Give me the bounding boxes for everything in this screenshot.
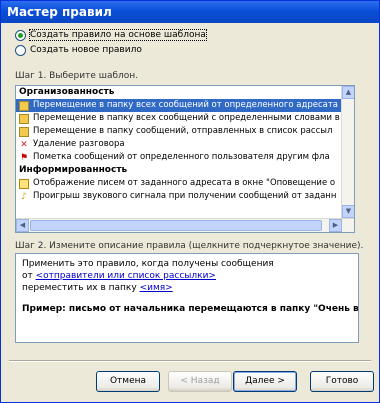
scroll-right-icon[interactable]: ▶ [329, 219, 342, 232]
template-list-content: Организованность Перемещение в папку все… [16, 86, 342, 218]
template-item[interactable]: ⚑ Пометка сообщений от определенного пол… [16, 151, 342, 164]
window-title: Мастер правил [1, 1, 379, 23]
description-line: от <отправители или список рассылки> [22, 270, 352, 282]
template-item-text: Отображение писем от заданного адресата … [33, 178, 336, 188]
description-example: Пример: письмо от начальника перемещаютс… [22, 304, 359, 314]
rules-wizard-window: Мастер правил Создать правило на основе … [0, 0, 380, 403]
cancel-button[interactable]: Отмена [96, 371, 160, 392]
template-item[interactable]: Перемещение в папку всех сообщений от оп… [16, 99, 342, 112]
option-new-rule[interactable]: Создать новое правило [15, 43, 142, 57]
scroll-up-icon[interactable]: ▲ [342, 86, 354, 99]
template-item[interactable]: Перемещение в папку сообщений, отправлен… [16, 125, 342, 138]
move-folder-icon [19, 126, 29, 137]
option-from-template[interactable]: Создать правило на основе шаблона [15, 28, 207, 42]
vertical-scrollbar[interactable]: ▲ ▼ [341, 86, 354, 218]
flag-icon: ⚑ [19, 152, 29, 163]
template-item[interactable]: ♪ Проигрыш звукового сигнала при получен… [16, 190, 342, 203]
description-prefix: переместить их в папку [22, 283, 140, 293]
radio-unchecked-icon[interactable] [15, 44, 26, 56]
scroll-down-icon[interactable]: ▼ [342, 205, 354, 218]
sound-icon: ♪ [21, 191, 27, 202]
template-item-text: Удаление разговора [33, 139, 125, 149]
step1-label: Шаг 1. Выберите шаблон. [15, 71, 139, 81]
horizontal-scroll-thumb[interactable] [30, 220, 322, 231]
senders-link[interactable]: <отправители или список рассылки> [36, 271, 216, 281]
option-new-rule-label: Создать новое правило [30, 45, 142, 55]
group-header: Информированность [19, 165, 128, 175]
template-item-text: Проигрыш звукового сигнала при получении… [33, 191, 337, 201]
template-item-text: Перемещение в папку сообщений, отправлен… [33, 126, 333, 136]
group-header: Организованность [19, 87, 115, 97]
template-item[interactable]: Отображение писем от заданного адресата … [16, 177, 342, 190]
scroll-left-icon[interactable]: ◀ [16, 219, 29, 232]
back-button[interactable]: < Назад [168, 371, 232, 392]
description-line: переместить их в папку <имя> [22, 282, 352, 294]
template-item-text: Пометка сообщений от определенного польз… [33, 152, 330, 162]
move-folder-icon [19, 100, 29, 111]
description-prefix: от [22, 271, 36, 281]
template-item-text: Перемещение в папку всех сообщений от оп… [33, 100, 338, 110]
step2-label: Шаг 2. Измените описание правила (щелкни… [15, 241, 364, 251]
next-button[interactable]: Далее > [233, 371, 297, 392]
template-item[interactable]: ✕ Удаление разговора [16, 138, 342, 151]
folder-name-link[interactable]: <имя> [140, 283, 173, 293]
horizontal-scrollbar[interactable]: ◀ ▶ [16, 218, 354, 232]
alert-icon [19, 178, 29, 189]
rule-description-box: Применить это правило, когда получены со… [15, 253, 359, 343]
template-item-text: Перемещение в папку всех сообщений с опр… [33, 113, 340, 123]
template-list[interactable]: Организованность Перемещение в папку все… [15, 85, 355, 233]
description-line: Применить это правило, когда получены со… [22, 259, 274, 269]
template-item[interactable]: Перемещение в папку всех сообщений с опр… [16, 112, 342, 125]
option-from-template-label: Создать правило на основе шаблона [29, 29, 207, 41]
move-folder-icon [19, 113, 29, 124]
separator [9, 360, 371, 362]
finish-button[interactable]: Готово [310, 371, 374, 392]
radio-checked-icon[interactable] [15, 29, 26, 41]
delete-icon: ✕ [20, 139, 28, 150]
